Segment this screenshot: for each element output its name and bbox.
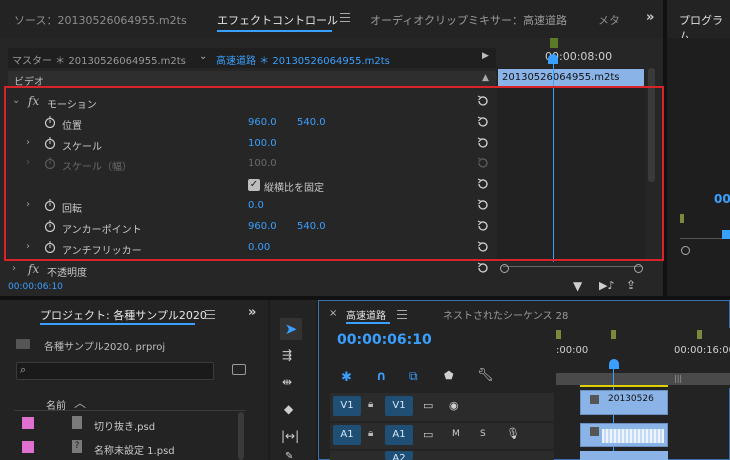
mute-button[interactable]: M — [452, 429, 460, 439]
search-input[interactable] — [16, 362, 214, 380]
fx-icon[interactable]: fx — [28, 262, 39, 276]
program-timecode[interactable]: 00:00: — [714, 192, 730, 206]
list-item-name: 切り抜き.psd — [94, 422, 156, 433]
program-monitor — [667, 38, 730, 296]
lock-icon[interactable]: 🔒︎ — [368, 399, 373, 410]
project-file-name: 各種サンプル2020. prproj — [44, 342, 166, 353]
ruler-end-label: 00:00:16:00 — [674, 345, 730, 356]
timeline-settings-icon[interactable]: 🔧︎ — [477, 368, 494, 383]
scroll-up-icon[interactable]: ▲ — [482, 73, 489, 83]
render-bar — [580, 385, 668, 387]
tab-effect-controls[interactable]: エフェクトコントロール — [217, 12, 338, 28]
pen-tool-icon[interactable]: ✎ — [285, 451, 293, 460]
track-header-a2 — [330, 451, 554, 460]
filter-icon[interactable]: ▼ — [573, 279, 582, 293]
item-color-label[interactable] — [22, 417, 34, 429]
target-track-a1[interactable]: A1 — [385, 425, 413, 445]
ripple-edit-tool-icon[interactable]: ⇹ — [282, 375, 292, 389]
more-tabs-icon[interactable]: » — [248, 305, 256, 320]
program-in-marker — [680, 214, 684, 223]
sync-lock-icon[interactable]: ▭ — [423, 399, 433, 412]
audio-clip-a2[interactable] — [580, 451, 668, 460]
opacity-expand-icon[interactable]: › — [12, 264, 22, 274]
target-track-v1[interactable]: V1 — [385, 396, 413, 416]
track-header-v1 — [330, 393, 554, 421]
missing-file-icon: ? — [72, 440, 82, 453]
tab-source[interactable]: ソース：20130526064955.m2ts — [14, 12, 187, 28]
add-marker-icon[interactable]: ⬟ — [444, 369, 454, 382]
tab-metadata[interactable]: メタ — [598, 12, 620, 28]
ruler-start-label: :00:00 — [556, 345, 589, 356]
track-header-a1 — [330, 423, 554, 449]
current-time-display[interactable]: 00:00:06:10 — [8, 282, 63, 292]
list-item-name: 名称未設定 1.psd — [94, 446, 175, 457]
reset-icon[interactable] — [476, 262, 490, 274]
track-select-tool-icon[interactable]: ⇶ — [282, 348, 292, 362]
voiceover-mic-icon[interactable]: 🎙︎ — [506, 427, 520, 440]
project-scrollbar[interactable] — [238, 412, 244, 460]
lock-icon[interactable]: 🔒︎ — [368, 428, 373, 439]
fx-badge-icon — [590, 395, 599, 404]
eye-icon[interactable]: ◉ — [449, 399, 459, 412]
zoom-scrollbar[interactable] — [503, 266, 641, 272]
export-icon[interactable]: ⇪ — [626, 278, 636, 292]
zoom-handle-left[interactable] — [500, 264, 509, 273]
timeline-tab-underline — [346, 322, 390, 324]
marker[interactable] — [556, 330, 561, 339]
tab-active-underline — [217, 30, 332, 32]
target-track-a2[interactable]: A2 — [385, 451, 413, 460]
highlight-box — [4, 86, 664, 261]
solo-button[interactable]: S — [480, 429, 486, 439]
work-area-bar[interactable] — [556, 373, 730, 385]
search-icon: ⌕ — [20, 363, 27, 376]
marker[interactable] — [611, 330, 616, 339]
marker[interactable] — [697, 330, 702, 339]
nest-icon[interactable]: ✱ — [341, 370, 352, 385]
opacity-label: 不透明度 — [47, 268, 87, 279]
item-color-label[interactable] — [22, 441, 34, 453]
sort-ascending-icon[interactable]: ︿ — [74, 394, 86, 411]
psd-file-icon — [72, 416, 82, 429]
program-zoom-handle[interactable] — [681, 246, 690, 255]
tab-nested-sequence[interactable]: ネストされたシーケンス 28 — [443, 307, 568, 322]
project-tab-underline — [40, 323, 195, 325]
source-patch-v1[interactable]: V1 — [333, 396, 361, 416]
sequence-clip-label[interactable]: 高速道路 ＊ 20130526064955.m2ts — [216, 52, 390, 67]
mini-clip-label: 20130526064955.m2ts — [502, 72, 620, 83]
close-tab-icon[interactable]: × — [329, 308, 337, 319]
more-tabs-icon[interactable]: » — [646, 10, 654, 25]
audio-waveform — [602, 429, 664, 443]
show-timeline-icon[interactable]: ▶ — [482, 51, 489, 61]
work-area-grip: ||| — [674, 374, 683, 383]
project-tab[interactable]: プロジェクト: 各種サンプル2020 — [40, 307, 207, 323]
new-bin-from-search-icon[interactable] — [232, 364, 246, 375]
program-playhead[interactable] — [722, 230, 730, 239]
slip-tool-icon[interactable]: |↔| — [281, 429, 299, 443]
selection-tool-icon[interactable]: ➤ — [280, 318, 302, 340]
panel-menu-icon[interactable] — [397, 310, 407, 319]
folder-icon — [16, 339, 30, 349]
video-clip-label: 20130526 — [608, 394, 654, 404]
sync-lock-icon[interactable]: ▭ — [423, 428, 433, 441]
play-audio-icon[interactable]: ▶♪ — [599, 279, 614, 292]
timeline-timecode[interactable]: 00:00:06:10 — [337, 332, 432, 348]
snap-icon[interactable]: ∩ — [376, 369, 387, 384]
column-header-line — [14, 410, 246, 411]
master-clip-label[interactable]: マスター ＊ 20130526064955.m2ts — [12, 52, 186, 67]
in-point-marker[interactable] — [550, 38, 558, 48]
tab-audio-clip-mixer[interactable]: オーディオクリップミキサー：高速道路 — [370, 12, 567, 28]
zoom-handle-right[interactable] — [634, 264, 643, 273]
timeline-playhead-head[interactable] — [609, 359, 619, 369]
tab-timeline-active[interactable]: 高速道路 — [346, 307, 386, 322]
source-patch-a1[interactable]: A1 — [333, 425, 361, 445]
panel-menu-icon[interactable] — [340, 13, 350, 22]
clip-dropdown-icon[interactable]: ⌄ — [199, 51, 207, 62]
razor-tool-icon[interactable]: ◆ — [284, 402, 293, 416]
panel-menu-icon[interactable] — [205, 310, 215, 319]
fx-badge-icon — [590, 427, 599, 436]
linked-selection-icon[interactable]: ⧉ — [409, 369, 418, 384]
